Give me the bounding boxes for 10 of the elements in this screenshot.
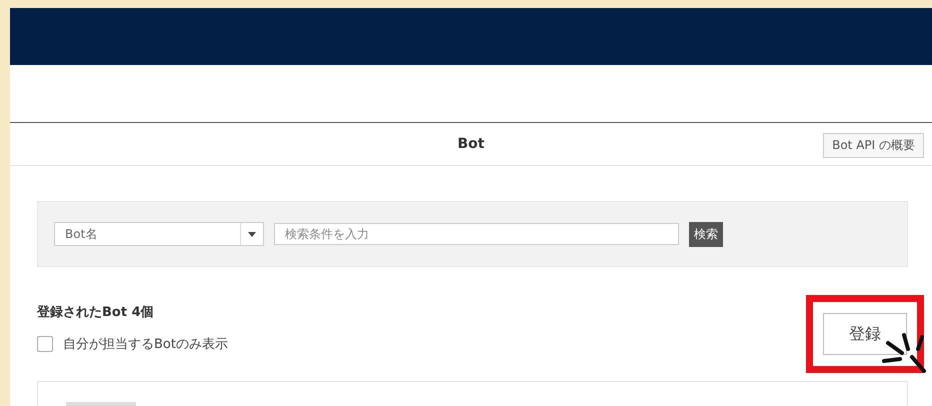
page-title: Bot	[458, 136, 484, 152]
search-input[interactable]: 検索条件を入力	[274, 223, 679, 245]
checkbox-label: 自分が担当するBotのみ表示	[63, 336, 228, 353]
caret-icon	[248, 232, 256, 236]
bot-count-heading: 登録されたBot 4個	[37, 304, 155, 321]
search-button[interactable]: 検索	[689, 222, 723, 246]
api-overview-button[interactable]: Bot API の概要	[823, 133, 924, 158]
checkbox[interactable]	[37, 336, 53, 352]
register-button[interactable]: 登録	[823, 313, 907, 355]
search-field-dropdown[interactable]: Bot名	[54, 222, 264, 246]
